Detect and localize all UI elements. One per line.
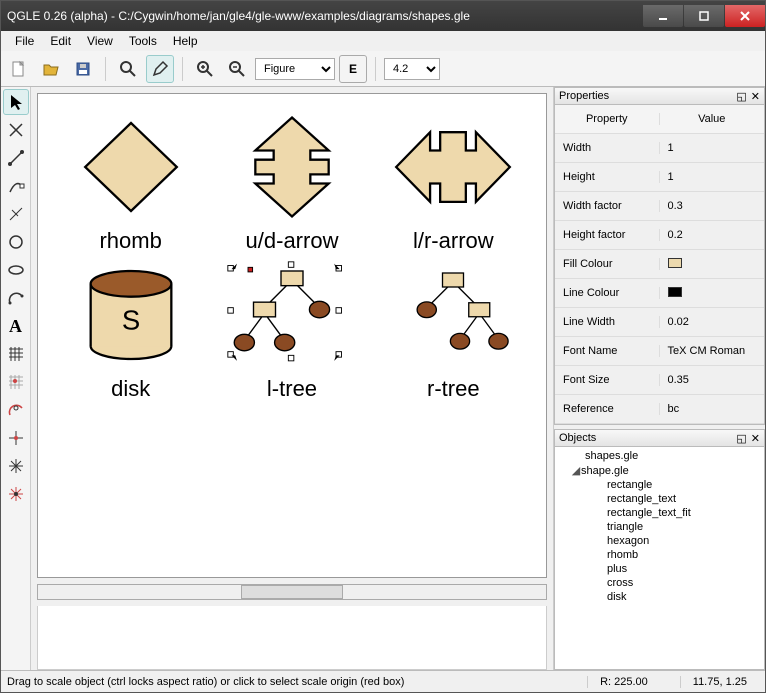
property-row[interactable]: Font NameTeX CM Roman bbox=[555, 337, 764, 366]
property-row[interactable]: Line Width0.02 bbox=[555, 308, 764, 337]
tree-item[interactable]: disk bbox=[607, 590, 764, 604]
tree-item[interactable]: rectangle_text_fit bbox=[607, 506, 764, 520]
arc-tool[interactable] bbox=[3, 285, 29, 311]
perpendicular-tool[interactable] bbox=[3, 201, 29, 227]
tree-expanded[interactable]: ◢shape.gle bbox=[585, 463, 764, 478]
properties-table: Property Value Width1Height1Width factor… bbox=[554, 105, 765, 425]
snap-star-tool[interactable] bbox=[3, 453, 29, 479]
tool-palette: A bbox=[1, 87, 31, 670]
ellipse-tool[interactable] bbox=[3, 257, 29, 283]
tree-item[interactable]: cross bbox=[607, 576, 764, 590]
tree-item[interactable]: triangle bbox=[607, 520, 764, 534]
close-panel-icon[interactable]: ✕ bbox=[751, 90, 760, 103]
canvas[interactable]: rhomb u/d-arrow l/r-arrow bbox=[37, 93, 547, 578]
preview-strip bbox=[37, 606, 547, 670]
property-row[interactable]: Line Colour bbox=[555, 279, 764, 308]
window-title: QGLE 0.26 (alpha) - C:/Cygwin/home/jan/g… bbox=[7, 9, 470, 23]
label-ltree: l-tree bbox=[267, 376, 317, 402]
label-ud-arrow: u/d-arrow bbox=[246, 228, 339, 254]
prop-header-value: Value bbox=[660, 113, 765, 125]
menu-edit[interactable]: Edit bbox=[42, 32, 79, 50]
cross-tool[interactable] bbox=[3, 117, 29, 143]
property-row[interactable]: Height factor0.2 bbox=[555, 221, 764, 250]
tree-item[interactable]: plus bbox=[607, 562, 764, 576]
app-window: QGLE 0.26 (alpha) - C:/Cygwin/home/jan/g… bbox=[0, 0, 766, 693]
properties-title: Properties bbox=[559, 90, 609, 102]
snap-axis-tool[interactable] bbox=[3, 425, 29, 451]
new-button[interactable] bbox=[5, 55, 33, 83]
status-hint: Drag to scale object (ctrl locks aspect … bbox=[7, 676, 404, 688]
tangent-tool[interactable] bbox=[3, 173, 29, 199]
text-tool[interactable]: A bbox=[3, 313, 29, 339]
tree-item[interactable]: hexagon bbox=[607, 534, 764, 548]
label-disk: disk bbox=[111, 376, 150, 402]
menubar: File Edit View Tools Help bbox=[1, 31, 765, 51]
zoom-out-button[interactable] bbox=[223, 55, 251, 83]
property-row[interactable]: Height1 bbox=[555, 163, 764, 192]
statusbar: Drag to scale object (ctrl locks aspect … bbox=[1, 670, 765, 692]
property-row[interactable]: Referencebc bbox=[555, 395, 764, 424]
zoom-combo[interactable]: 4.2 bbox=[384, 58, 440, 80]
shape-disk: S bbox=[71, 260, 191, 370]
grid-tool[interactable] bbox=[3, 341, 29, 367]
pointer-tool[interactable] bbox=[3, 89, 29, 115]
shape-ud-arrow bbox=[237, 112, 347, 222]
tree-item[interactable]: rectangle_text bbox=[607, 492, 764, 506]
zoom-tool-button[interactable] bbox=[114, 55, 142, 83]
close-button[interactable] bbox=[725, 5, 765, 27]
status-r: R: 225.00 bbox=[587, 676, 660, 688]
figure-combo[interactable]: Figure bbox=[255, 58, 335, 80]
property-row[interactable]: Fill Colour bbox=[555, 250, 764, 279]
property-row[interactable]: Font Size0.35 bbox=[555, 366, 764, 395]
maximize-button[interactable] bbox=[684, 5, 724, 27]
objects-title: Objects bbox=[559, 432, 596, 444]
properties-panel-header: Properties ◱ ✕ bbox=[554, 87, 765, 105]
label-rhomb: rhomb bbox=[99, 228, 161, 254]
objects-tree[interactable]: shapes.gle ◢shape.gle rectanglerectangle… bbox=[554, 447, 765, 670]
close-panel-icon[interactable]: ✕ bbox=[751, 432, 760, 445]
open-button[interactable] bbox=[37, 55, 65, 83]
menu-help[interactable]: Help bbox=[165, 32, 206, 50]
property-row[interactable]: Width factor0.3 bbox=[555, 192, 764, 221]
shape-ltree bbox=[217, 260, 367, 370]
shape-lr-arrow bbox=[388, 112, 518, 222]
toolbar: Figure E 4.2 bbox=[1, 51, 765, 87]
menu-view[interactable]: View bbox=[79, 32, 121, 50]
menu-file[interactable]: File bbox=[7, 32, 42, 50]
titlebar: QGLE 0.26 (alpha) - C:/Cygwin/home/jan/g… bbox=[1, 1, 765, 31]
shape-rhomb bbox=[71, 112, 191, 222]
line-tool[interactable] bbox=[3, 145, 29, 171]
snap-grid-tool[interactable] bbox=[3, 369, 29, 395]
shape-rtree bbox=[383, 260, 523, 370]
prop-header-key: Property bbox=[555, 113, 660, 125]
menu-tools[interactable]: Tools bbox=[121, 32, 165, 50]
snap-multi-tool[interactable] bbox=[3, 481, 29, 507]
label-rtree: r-tree bbox=[427, 376, 480, 402]
edit-tool-button[interactable] bbox=[146, 55, 174, 83]
tree-item[interactable]: rectangle bbox=[607, 478, 764, 492]
horizontal-scrollbar[interactable] bbox=[37, 584, 547, 600]
snap-curve-tool[interactable] bbox=[3, 397, 29, 423]
property-row[interactable]: Width1 bbox=[555, 134, 764, 163]
undock-icon[interactable]: ◱ bbox=[736, 90, 746, 103]
undock-icon[interactable]: ◱ bbox=[736, 432, 746, 445]
tree-item[interactable]: rhomb bbox=[607, 548, 764, 562]
disk-letter: S bbox=[121, 305, 139, 336]
objects-panel-header: Objects ◱ ✕ bbox=[554, 429, 765, 447]
e-button[interactable]: E bbox=[339, 55, 367, 83]
circle-tool[interactable] bbox=[3, 229, 29, 255]
save-button[interactable] bbox=[69, 55, 97, 83]
minimize-button[interactable] bbox=[643, 5, 683, 27]
status-coord: 11.75, 1.25 bbox=[680, 676, 759, 688]
zoom-in-button[interactable] bbox=[191, 55, 219, 83]
tree-root[interactable]: shapes.gle bbox=[585, 449, 764, 463]
label-lr-arrow: l/r-arrow bbox=[413, 228, 494, 254]
